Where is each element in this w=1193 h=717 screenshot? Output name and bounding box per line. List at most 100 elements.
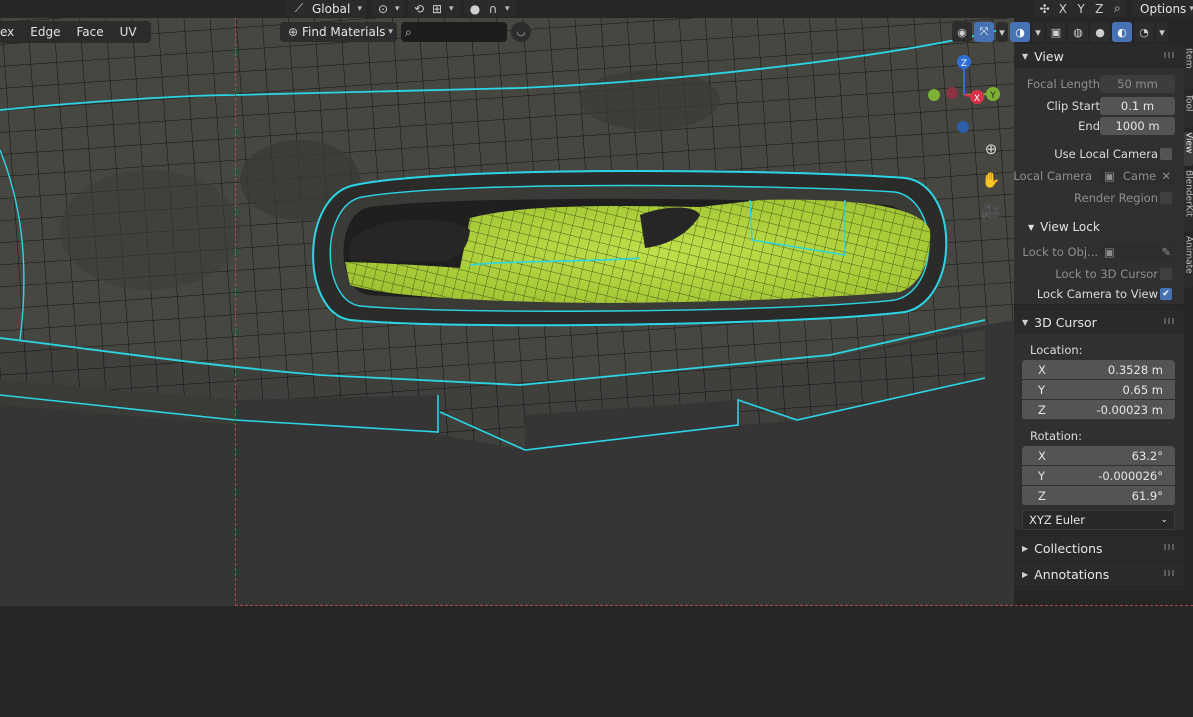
axis-label: X bbox=[1038, 448, 1046, 463]
snap-icon[interactable]: ⟲ bbox=[410, 1, 428, 17]
3d-cursor-panel: ▼ 3D Cursor Location: X 0.3528 m Y 0.65 … bbox=[1014, 310, 1184, 530]
chevron-down-icon: ▾ bbox=[357, 3, 362, 14]
location-x-field[interactable]: X 0.3528 m bbox=[1022, 360, 1175, 379]
clip-start-field[interactable]: 0.1 m bbox=[1100, 97, 1175, 115]
collections-title: Collections bbox=[1034, 540, 1103, 556]
camera-view-icon[interactable]: 🎥 bbox=[978, 198, 1004, 224]
pivot-point-dropdown[interactable]: ⊙ ▾ bbox=[372, 0, 404, 17]
local-camera-field[interactable]: ▣ Came ✕ bbox=[1100, 167, 1175, 185]
orientation-icon: ⟋ bbox=[294, 1, 304, 15]
options-dropdown[interactable]: Options ▾ bbox=[1132, 0, 1193, 17]
tab-tool[interactable]: Tool bbox=[1184, 94, 1193, 128]
use-local-camera-checkbox[interactable] bbox=[1160, 148, 1172, 160]
material-search-input[interactable]: ⌕ bbox=[400, 22, 507, 42]
pivot-icon: ⊙ bbox=[377, 1, 389, 16]
chevron-down-icon[interactable]: ▾ bbox=[1032, 22, 1044, 42]
lock-camera-to-view-checkbox[interactable]: ✔ bbox=[1160, 288, 1172, 300]
solid-shading-icon[interactable]: ● bbox=[1090, 22, 1110, 42]
clear-icon[interactable]: ✕ bbox=[1161, 169, 1171, 183]
local-camera-value: Came bbox=[1122, 169, 1157, 183]
focal-length-field[interactable]: 50 mm bbox=[1100, 75, 1175, 93]
rotation-z-field[interactable]: Z 61.9° bbox=[1022, 486, 1175, 505]
zoom-icon[interactable]: ⊕ bbox=[978, 136, 1004, 162]
drag-grip-icon[interactable] bbox=[1164, 570, 1176, 576]
search-options-button[interactable]: ◡ bbox=[510, 22, 531, 42]
collections-panel-header[interactable]: ▶ Collections bbox=[1014, 536, 1184, 560]
material-shading-icon[interactable]: ◐ bbox=[1112, 22, 1132, 42]
drag-grip-icon[interactable] bbox=[1164, 544, 1176, 550]
snap-group[interactable]: ⟲ ⊞ ▾ bbox=[408, 0, 460, 17]
axis-value: -0.00023 m bbox=[1096, 402, 1163, 417]
focal-length-label: Focal Length bbox=[1026, 77, 1100, 91]
visibility-icon[interactable]: ◉ bbox=[952, 22, 972, 42]
mirror-y-toggle[interactable]: Y bbox=[1072, 1, 1089, 17]
gizmo-neg-x-axis[interactable] bbox=[946, 87, 958, 99]
axis-label: Y bbox=[1038, 468, 1046, 483]
falloff-icon[interactable]: ∩ bbox=[484, 1, 502, 17]
rendered-shading-icon[interactable]: ◔ bbox=[1134, 22, 1154, 42]
transform-orientation-label: Global bbox=[312, 1, 351, 16]
xray-toggle-icon[interactable]: ▣ bbox=[1046, 22, 1066, 42]
eyedropper-icon[interactable]: ✎ bbox=[1161, 245, 1171, 259]
location-vector: X 0.3528 m Y 0.65 m Z -0.00023 m bbox=[1022, 360, 1175, 420]
axis-label: Z bbox=[1038, 488, 1046, 503]
3d-cursor-panel-header[interactable]: ▼ 3D Cursor bbox=[1014, 310, 1184, 334]
menu-face[interactable]: Face bbox=[68, 25, 111, 39]
tab-item[interactable]: Item bbox=[1184, 48, 1193, 90]
local-camera-label: Local Camera bbox=[1013, 169, 1092, 183]
annotations-panel: ▶ Annotations bbox=[1014, 562, 1184, 586]
collapse-triangle-icon: ▼ bbox=[1022, 317, 1029, 327]
axis-value: -0.000026° bbox=[1098, 468, 1163, 483]
clip-end-field[interactable]: 1000 m bbox=[1100, 117, 1175, 135]
use-local-camera-label: Use Local Camera bbox=[1054, 147, 1158, 161]
transform-orientation-dropdown[interactable]: ⟋ Global ▾ bbox=[286, 0, 366, 17]
annotations-panel-header[interactable]: ▶ Annotations bbox=[1014, 562, 1184, 586]
clip-start-row: Clip Start 0.1 m bbox=[1014, 96, 1184, 116]
mesh-options-icon[interactable]: ⌕ bbox=[1109, 1, 1126, 17]
butterfly-mirror-icon: ✣ bbox=[1039, 1, 1050, 16]
render-region-checkbox[interactable] bbox=[1160, 192, 1172, 204]
collapse-triangle-icon: ▼ bbox=[1028, 222, 1035, 232]
proportional-edit-icon[interactable]: ● bbox=[466, 1, 484, 17]
lock-to-object-field[interactable]: ▣ ✎ bbox=[1100, 243, 1175, 261]
axis-value: 63.2° bbox=[1131, 448, 1163, 463]
3d-viewport[interactable]: ⟋ Global ▾ ⊙ ▾ ⟲ ⊞ ▾ ● ∩ ▾ ✣ X Y Z ⌕ Option… bbox=[0, 0, 1193, 717]
drag-grip-icon[interactable] bbox=[1164, 52, 1176, 58]
rotation-y-field[interactable]: Y -0.000026° bbox=[1022, 466, 1175, 485]
menu-uv[interactable]: UV bbox=[112, 25, 145, 39]
lock-to-cursor-checkbox[interactable] bbox=[1160, 268, 1172, 280]
pan-hand-icon[interactable]: ✋ bbox=[978, 167, 1004, 193]
overlay-toggle-icon[interactable]: ◑ bbox=[1010, 22, 1030, 42]
find-materials-dropdown[interactable]: ⊕ Find Materials ▾ bbox=[280, 22, 397, 42]
drag-grip-icon[interactable] bbox=[1164, 318, 1176, 324]
mirror-z-toggle[interactable]: Z bbox=[1091, 1, 1108, 17]
gizmo-neg-z-axis[interactable] bbox=[957, 121, 969, 133]
chevron-down-icon: ⌄ bbox=[1160, 515, 1168, 525]
chevron-down-icon[interactable]: ▾ bbox=[996, 22, 1008, 42]
viewport-header: ⟋ Global ▾ ⊙ ▾ ⟲ ⊞ ▾ ● ∩ ▾ ✣ X Y Z ⌕ Option… bbox=[0, 0, 1193, 17]
location-z-field[interactable]: Z -0.00023 m bbox=[1022, 400, 1175, 419]
chevron-down-icon[interactable]: ▾ bbox=[1156, 22, 1168, 42]
view-lock-header[interactable]: ▼ View Lock bbox=[1014, 216, 1184, 238]
gizmo-neg-y-axis[interactable] bbox=[928, 89, 940, 101]
menu-edge[interactable]: Edge bbox=[22, 25, 68, 39]
gizmo-toggle-icon[interactable]: ⤧ bbox=[974, 22, 994, 42]
wireframe-shading-icon[interactable]: ◍ bbox=[1068, 22, 1088, 42]
menu-vertex[interactable]: ex bbox=[0, 25, 22, 39]
rotation-mode-dropdown[interactable]: XYZ Euler ⌄ bbox=[1022, 510, 1175, 530]
snap-increment-icon[interactable]: ⊞ bbox=[428, 1, 446, 17]
rotation-x-field[interactable]: X 63.2° bbox=[1022, 446, 1175, 465]
view-panel-header[interactable]: ▼ View bbox=[1014, 44, 1184, 68]
tab-blenderkit[interactable]: BlenderKit bbox=[1184, 170, 1193, 232]
tab-animate[interactable]: Animate bbox=[1184, 236, 1193, 288]
chevron-down-icon: ▾ bbox=[505, 3, 510, 14]
tab-view[interactable]: View bbox=[1184, 132, 1193, 166]
proportional-edit-group[interactable]: ● ∩ ▾ bbox=[464, 0, 516, 17]
gizmo-x-label: X bbox=[974, 94, 980, 104]
axis-value: 0.3528 m bbox=[1107, 362, 1163, 377]
shading-controls: ◉ ⤧ ▾ ◑ ▾ ▣ ◍ ● ◐ ◔ ▾ bbox=[952, 21, 1168, 43]
mirror-x-toggle[interactable]: X bbox=[1054, 1, 1071, 17]
find-materials-label: Find Materials bbox=[302, 25, 386, 39]
navigation-gizmo[interactable]: Z Y X bbox=[920, 50, 1010, 140]
location-y-field[interactable]: Y 0.65 m bbox=[1022, 380, 1175, 399]
